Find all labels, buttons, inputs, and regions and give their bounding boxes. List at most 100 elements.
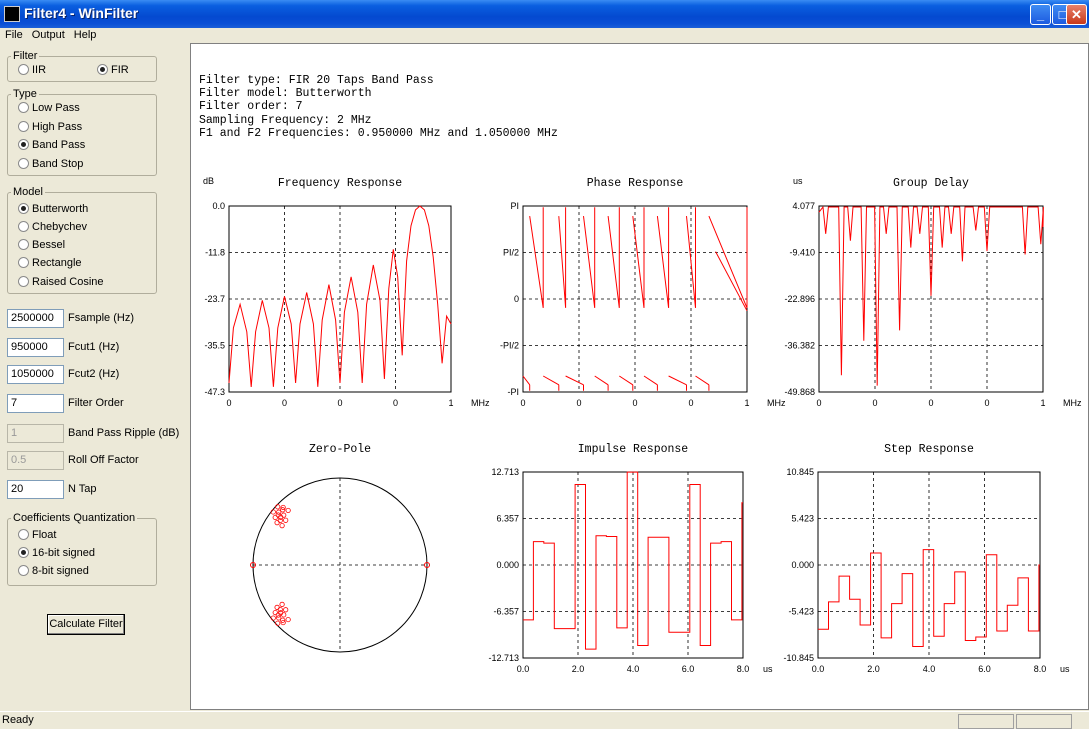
y-tick-label: -35.5 bbox=[204, 341, 225, 351]
radio-chebychev[interactable]: Chebychev bbox=[18, 221, 87, 233]
radio-butterworth-circle[interactable] bbox=[18, 203, 29, 214]
menu-file[interactable]: File bbox=[0, 28, 27, 41]
y-tick-label: 0.000 bbox=[496, 560, 519, 570]
radio-fir-label: FIR bbox=[111, 64, 129, 76]
chart-title: Step Response bbox=[884, 443, 974, 456]
zero-marker bbox=[275, 504, 281, 510]
fcut1-input[interactable]: 950000 bbox=[7, 338, 64, 357]
x-tick-label: 0 bbox=[226, 398, 231, 408]
x-tick-label: 6.0 bbox=[682, 664, 695, 674]
fsample-input[interactable]: 2500000 bbox=[7, 309, 64, 328]
output-panel: Filter type: FIR 20 Taps Band Pass Filter… bbox=[190, 43, 1089, 710]
x-tick-label: 0.0 bbox=[812, 664, 825, 674]
x-tick-label: 4.0 bbox=[627, 664, 640, 674]
x-tick-label: 2.0 bbox=[867, 664, 880, 674]
y-tick-label: -22.896 bbox=[784, 294, 815, 304]
y-tick-label: -36.382 bbox=[784, 341, 815, 351]
radio-high-pass[interactable]: High Pass bbox=[18, 121, 82, 133]
filter-order-label: Filter Order bbox=[68, 397, 124, 409]
radio-fir[interactable]: FIR bbox=[97, 64, 129, 76]
radio-float-circle[interactable] bbox=[18, 529, 29, 540]
zero-marker bbox=[275, 620, 281, 626]
x-tick-label: 8.0 bbox=[737, 664, 750, 674]
close-button[interactable]: ✕ bbox=[1066, 4, 1087, 25]
radio-low-pass-circle[interactable] bbox=[18, 102, 29, 113]
radio-iir-circle[interactable] bbox=[18, 64, 29, 75]
status-pane bbox=[1016, 714, 1072, 729]
minimize-button[interactable]: _ bbox=[1030, 4, 1051, 25]
radio-iir-label: IIR bbox=[32, 64, 47, 76]
filter-order-input[interactable]: 7 bbox=[7, 394, 64, 413]
x-axis-unit: us bbox=[763, 664, 773, 674]
radio-rectangle-label: Rectangle bbox=[32, 257, 82, 269]
radio-rectangle[interactable]: Rectangle bbox=[18, 257, 82, 269]
radio-fir-circle[interactable] bbox=[97, 64, 108, 75]
y-tick-label: 12.713 bbox=[491, 467, 519, 477]
charts-canvas: Frequency Response dB 0.0 -11.8 -23.7 -35.5 -4… bbox=[203, 176, 1082, 674]
radio-chebychev-circle[interactable] bbox=[18, 221, 29, 232]
radio-16bit-circle[interactable] bbox=[18, 547, 29, 558]
radio-raised-cosine-circle[interactable] bbox=[18, 276, 29, 287]
y-tick-label: 10.845 bbox=[786, 467, 814, 477]
radio-16bit[interactable]: 16-bit signed bbox=[18, 547, 95, 559]
radio-bessel-circle[interactable] bbox=[18, 239, 29, 250]
ntap-input[interactable]: 20 bbox=[7, 480, 64, 499]
y-tick-label: -PI/2 bbox=[500, 341, 519, 351]
menu-output[interactable]: Output bbox=[27, 28, 69, 41]
fcut2-input[interactable]: 1050000 bbox=[7, 365, 64, 384]
y-tick-label: PI/2 bbox=[503, 248, 519, 258]
radio-band-pass-circle[interactable] bbox=[18, 139, 29, 150]
radio-8bit-circle[interactable] bbox=[18, 565, 29, 576]
y-tick-label: -9.410 bbox=[789, 248, 815, 258]
radio-bessel-label: Bessel bbox=[32, 239, 66, 251]
radio-band-pass[interactable]: Band Pass bbox=[18, 139, 85, 151]
radio-float-label: Float bbox=[32, 529, 57, 541]
fcut1-label: Fcut1 (Hz) bbox=[68, 341, 120, 353]
x-tick-label: 0 bbox=[576, 398, 581, 408]
x-tick-label: 0 bbox=[688, 398, 693, 408]
y-tick-label: -6.357 bbox=[493, 607, 519, 617]
zero-marker bbox=[277, 517, 283, 524]
radio-band-pass-label: Band Pass bbox=[32, 139, 86, 151]
y-tick-label: 6.357 bbox=[496, 514, 519, 524]
radio-iir[interactable]: IIR bbox=[18, 64, 46, 76]
x-tick-label: 0 bbox=[872, 398, 877, 408]
zero-marker bbox=[279, 601, 285, 608]
radio-raised-cosine[interactable]: Raised Cosine bbox=[18, 276, 104, 288]
radio-high-pass-circle[interactable] bbox=[18, 121, 29, 132]
radio-raised-cosine-label: Raised Cosine bbox=[32, 276, 104, 288]
radio-rectangle-circle[interactable] bbox=[18, 257, 29, 268]
radio-chebychev-label: Chebychev bbox=[32, 221, 88, 233]
window-title: Filter4 - WinFilter bbox=[24, 5, 139, 21]
chart-title: Zero-Pole bbox=[309, 443, 371, 456]
status-pane bbox=[958, 714, 1014, 729]
zero-marker bbox=[283, 607, 289, 613]
radio-band-stop[interactable]: Band Stop bbox=[18, 158, 83, 170]
x-tick-label: 4.0 bbox=[923, 664, 936, 674]
x-tick-label: 0 bbox=[816, 398, 821, 408]
radio-butterworth[interactable]: Butterworth bbox=[18, 203, 88, 215]
radio-band-stop-circle[interactable] bbox=[18, 158, 29, 169]
ripple-input: 1 bbox=[7, 424, 64, 443]
y-tick-label: -PI bbox=[507, 387, 519, 397]
radio-8bit[interactable]: 8-bit signed bbox=[18, 565, 89, 577]
zero-marker bbox=[274, 519, 280, 526]
y-tick-label: 0 bbox=[514, 294, 519, 304]
radio-low-pass[interactable]: Low Pass bbox=[18, 102, 80, 114]
zero-marker bbox=[283, 517, 289, 523]
zero-marker bbox=[285, 616, 291, 623]
rolloff-label: Roll Off Factor bbox=[68, 454, 139, 466]
y-tick-label: 5.423 bbox=[791, 514, 814, 524]
status-bar: Ready bbox=[0, 711, 1089, 729]
y-tick-label: -23.7 bbox=[204, 294, 225, 304]
radio-bessel[interactable]: Bessel bbox=[18, 239, 65, 251]
radio-float[interactable]: Float bbox=[18, 529, 56, 541]
x-tick-label: 2.0 bbox=[572, 664, 585, 674]
y-tick-label: PI bbox=[510, 201, 519, 211]
y-tick-label: 0.000 bbox=[791, 560, 814, 570]
zero-marker bbox=[274, 604, 280, 611]
status-text: Ready bbox=[2, 714, 34, 726]
menu-help[interactable]: Help bbox=[69, 28, 101, 41]
calculate-filter-button[interactable]: Calculate Filter bbox=[47, 614, 125, 635]
rolloff-input: 0.5 bbox=[7, 451, 64, 470]
